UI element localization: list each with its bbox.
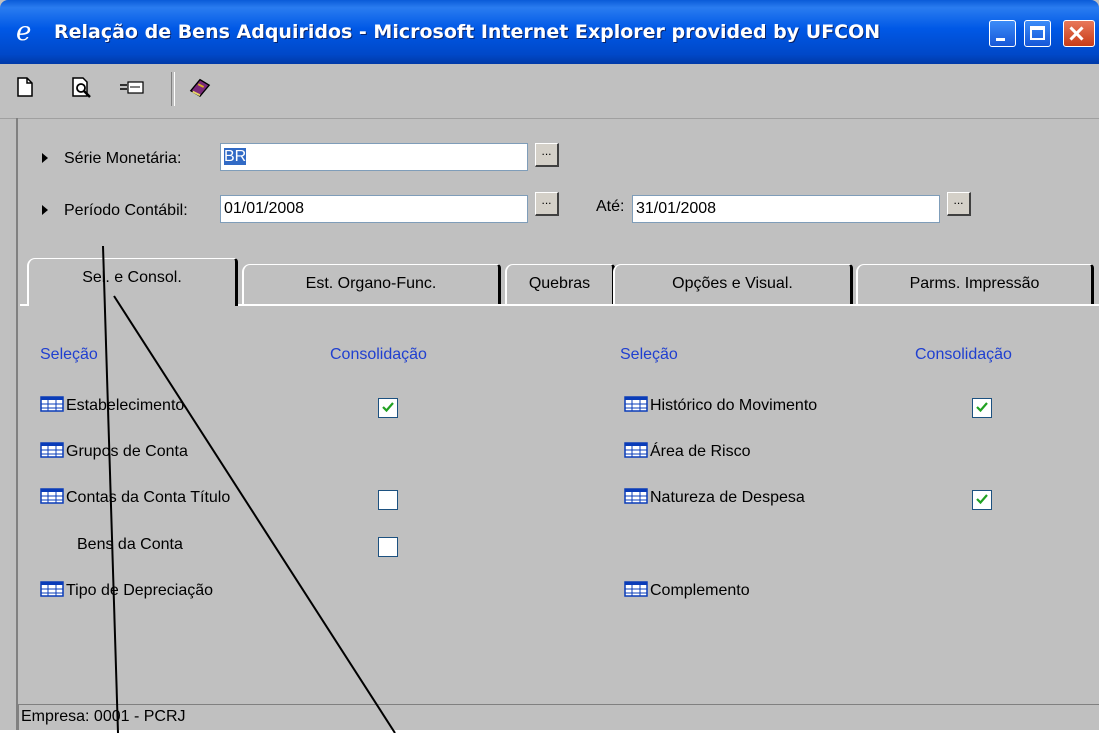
item-label: Natureza de Despesa: [650, 489, 805, 506]
new-document-icon[interactable]: [14, 76, 36, 98]
frame-border: [16, 118, 18, 730]
window-title: Relação de Bens Adquiridos - Microsoft I…: [54, 21, 881, 43]
ate-input[interactable]: 31/01/2008: [632, 195, 940, 223]
selection-item-estabelecimento[interactable]: Estabelecimento: [40, 396, 185, 419]
item-label: Estabelecimento: [66, 397, 185, 414]
checkmark-icon: [976, 494, 988, 505]
consol-checkbox-historico-do-movimento[interactable]: [972, 398, 992, 418]
selection-item-grupos-de-conta[interactable]: Grupos de Conta: [40, 442, 188, 465]
table-icon: [40, 488, 64, 504]
selection-item-complemento[interactable]: Complemento: [624, 581, 750, 604]
tab-opcoes-visual[interactable]: Opções e Visual.: [613, 264, 853, 304]
tab-parms-impressao[interactable]: Parms. Impressão: [856, 264, 1094, 304]
item-label: Tipo de Depreciação: [66, 582, 214, 599]
periodo-bullet-icon: [42, 205, 48, 215]
tab-sel-consol[interactable]: Sel. e Consol.: [27, 258, 238, 306]
selection-item-historico-do-movimento[interactable]: Histórico do Movimento: [624, 396, 818, 419]
table-icon: [624, 396, 648, 412]
periodo-lookup-button[interactable]: ...: [535, 192, 559, 216]
status-bar: Empresa: 0001 - PCRJ: [18, 704, 1099, 730]
selection-item-area-de-risco[interactable]: Área de Risco: [624, 442, 751, 465]
right-selecao-header: Seleção: [620, 346, 678, 363]
selection-item-contas-da-conta-titulo[interactable]: Contas da Conta Título: [40, 488, 231, 511]
item-label: Complemento: [650, 582, 750, 599]
item-label: Bens da Conta: [77, 536, 183, 553]
ate-lookup-button[interactable]: ...: [947, 192, 971, 216]
export-icon[interactable]: [118, 76, 146, 98]
right-consolidacao-header: Consolidação: [915, 346, 1012, 363]
left-consolidacao-header: Consolidação: [330, 346, 427, 363]
app-window: e Relação de Bens Adquiridos - Microsoft…: [0, 0, 1099, 733]
toolbar-divider: [0, 118, 1099, 119]
serie-bullet-icon: [42, 153, 48, 163]
print-preview-icon[interactable]: [71, 76, 93, 98]
table-icon: [40, 442, 64, 458]
toolbar-separator: [171, 72, 175, 106]
minimize-button[interactable]: [989, 20, 1016, 47]
checkmark-icon: [976, 402, 988, 413]
title-bar[interactable]: e Relação de Bens Adquiridos - Microsoft…: [0, 0, 1099, 64]
maximize-button[interactable]: [1024, 20, 1051, 47]
consol-checkbox-contas-da-conta-titulo[interactable]: [378, 490, 398, 510]
table-icon: [624, 442, 648, 458]
internet-explorer-icon: e: [16, 17, 32, 47]
serie-value: BR: [224, 148, 247, 165]
table-icon: [624, 581, 648, 597]
tab-est-organo-func[interactable]: Est. Organo-Func.: [242, 264, 501, 304]
table-icon: [40, 396, 64, 412]
item-label: Histórico do Movimento: [650, 397, 818, 414]
table-icon: [40, 581, 64, 597]
item-label: Grupos de Conta: [66, 443, 188, 460]
consol-checkbox-estabelecimento[interactable]: [378, 398, 398, 418]
table-icon: [624, 488, 648, 504]
serie-lookup-button[interactable]: ...: [535, 143, 559, 167]
close-button[interactable]: [1063, 20, 1095, 47]
selection-item-bens-da-conta[interactable]: Bens da Conta: [77, 536, 183, 558]
selection-item-natureza-de-despesa[interactable]: Natureza de Despesa: [624, 488, 805, 511]
periodo-label: Período Contábil:: [64, 202, 188, 219]
item-label: Contas da Conta Título: [66, 489, 231, 506]
ate-label: Até:: [596, 198, 625, 215]
item-label: Área de Risco: [650, 443, 751, 460]
selection-item-tipo-de-depreciacao[interactable]: Tipo de Depreciação: [40, 581, 214, 604]
tab-quebras[interactable]: Quebras: [505, 264, 615, 304]
consol-checkbox-natureza-de-despesa[interactable]: [972, 490, 992, 510]
periodo-input[interactable]: 01/01/2008: [220, 195, 528, 223]
serie-label: Série Monetária:: [64, 150, 182, 167]
checkmark-icon: [382, 402, 394, 413]
toolbar: [0, 64, 1099, 116]
serie-input[interactable]: BR: [220, 143, 528, 171]
left-selecao-header: Seleção: [40, 346, 98, 363]
tab-strip: Sel. e Consol. Est. Organo-Func. Quebras…: [20, 258, 1099, 308]
help-book-icon[interactable]: [186, 76, 214, 98]
consol-checkbox-bens-da-conta[interactable]: [378, 537, 398, 557]
